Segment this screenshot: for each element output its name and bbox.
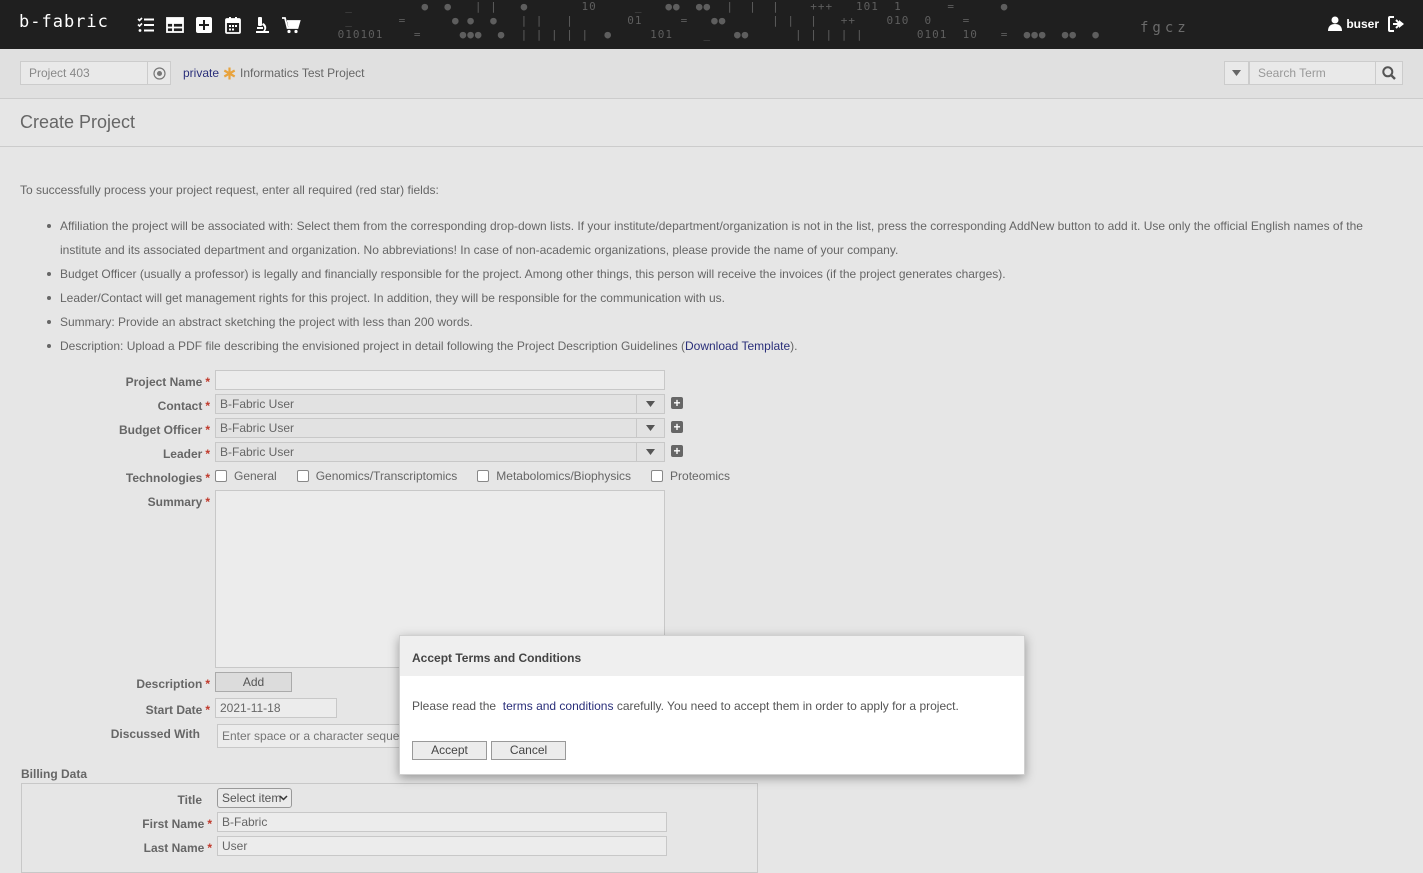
start-date-input[interactable] (215, 698, 337, 718)
current-project-info: private Informatics Test Project (183, 66, 365, 80)
contact-dropdown-button[interactable] (636, 395, 664, 413)
user-icon (1328, 16, 1343, 31)
fgcz-logo: fgcz (1140, 20, 1190, 36)
intro-text: To successfully process your project req… (20, 183, 439, 197)
project-select-input[interactable] (20, 61, 148, 85)
shopping-cart-icon[interactable] (281, 15, 301, 35)
search-button[interactable] (1375, 61, 1403, 85)
first-name-input[interactable] (217, 812, 667, 832)
top-navbar: _ ● ● | | ● 10 _ ●● ●● | | | +++ 101 1 =… (0, 0, 1423, 49)
billing-data-title: Billing Data (21, 767, 88, 781)
table-icon[interactable] (165, 15, 185, 35)
plus-square-icon[interactable] (194, 15, 214, 35)
caret-down-icon (1232, 70, 1241, 76)
terms-and-conditions-link[interactable]: terms and conditions (503, 699, 614, 713)
modal-body-text: Please read the terms and conditions car… (412, 699, 959, 713)
add-leader-button[interactable]: + (671, 445, 683, 457)
project-target-button[interactable] (147, 61, 171, 85)
title-label: Title (177, 793, 202, 807)
calendar-icon[interactable] (223, 15, 243, 35)
proteomics-checkbox[interactable] (651, 470, 664, 482)
contact-combobox[interactable]: B-Fabric User (215, 394, 665, 414)
start-date-label: Start Date * (145, 703, 210, 717)
microscope-icon[interactable] (252, 15, 272, 35)
modal-title: Accept Terms and Conditions (400, 636, 1024, 676)
leader-combobox[interactable]: B-Fabric User (215, 442, 665, 462)
caret-down-icon (646, 425, 655, 431)
last-name-input[interactable] (217, 836, 667, 856)
list-item-text: ). (790, 339, 798, 353)
caret-down-icon (646, 449, 655, 455)
description-label: Description * (136, 677, 210, 691)
project-name-input[interactable] (215, 370, 665, 390)
last-name-label: Last Name * (143, 841, 212, 855)
contact-value: B-Fabric User (220, 397, 295, 411)
summary-label: Summary * (147, 495, 210, 509)
list-check-icon[interactable] (136, 15, 156, 35)
logout-icon[interactable] (1387, 15, 1405, 33)
title-select[interactable]: Select item (217, 788, 292, 808)
binary-background-pattern: _ ● ● | | ● 10 _ ●● ●● | | | +++ 101 1 =… (337, 0, 1100, 41)
general-checkbox[interactable] (215, 470, 227, 482)
project-visibility-link[interactable]: private (183, 66, 219, 80)
list-item: Summary: Provide an abstract sketching t… (47, 310, 1380, 334)
search-icon (1382, 66, 1396, 80)
add-budget-officer-button[interactable]: + (671, 421, 683, 433)
list-item: Leader/Contact will get management right… (47, 286, 1380, 310)
leader-value: B-Fabric User (220, 445, 295, 459)
budget-officer-label: Budget Officer * (118, 423, 210, 437)
project-name-text: Informatics Test Project (240, 66, 365, 80)
contact-label: Contact * (157, 399, 210, 413)
leader-dropdown-button[interactable] (636, 443, 664, 461)
download-template-link[interactable]: Download Template (685, 339, 790, 353)
technologies-label: Technologies * (125, 471, 210, 485)
list-item: Description: Upload a PDF file describin… (47, 334, 1380, 358)
genomics-checkbox[interactable] (296, 470, 309, 482)
list-item: Affiliation the project will be associat… (47, 214, 1380, 262)
add-contact-button[interactable]: + (671, 397, 683, 409)
search-input[interactable] (1249, 61, 1376, 85)
discussed-with-label: Discussed With (110, 727, 200, 741)
budget-officer-combobox[interactable]: B-Fabric User (215, 418, 665, 438)
metabolomics-checkbox-label: Metabolomics/Biophysics (496, 469, 632, 483)
list-item: Budget Officer (usually a professor) is … (47, 262, 1380, 286)
accept-button[interactable]: Accept (412, 741, 487, 760)
genomics-checkbox-label: Genomics/Transcriptomics (315, 469, 458, 483)
caret-down-icon (646, 401, 655, 407)
modal-text: carefully. You need to accept them in or… (616, 699, 959, 713)
instructions-list: Affiliation the project will be associat… (47, 214, 1380, 358)
general-checkbox-label: General (234, 469, 277, 483)
proteomics-checkbox-label: Proteomics (670, 469, 731, 483)
leader-label: Leader * (162, 447, 210, 461)
username: buser (1346, 16, 1379, 31)
add-description-button[interactable]: Add (215, 672, 292, 692)
discussed-with-input[interactable] (217, 724, 417, 748)
terms-modal: Accept Terms and Conditions Please read … (399, 635, 1025, 775)
list-item-text: Description: Upload a PDF file describin… (60, 339, 685, 353)
project-bar: private Informatics Test Project (0, 49, 1423, 99)
title-divider (0, 146, 1423, 147)
target-icon (152, 66, 166, 80)
budget-officer-dropdown-button[interactable] (636, 419, 664, 437)
technologies-checkboxes: General Genomics/Transcriptomics Metabol… (215, 469, 750, 483)
chevron-down-icon (279, 795, 288, 801)
search-scope-dropdown[interactable] (1224, 61, 1249, 85)
title-select-value: Select item (222, 791, 282, 805)
first-name-label: First Name * (142, 817, 212, 831)
b-fabric-logo[interactable]: b-fabric (19, 12, 109, 32)
metabolomics-checkbox[interactable] (477, 470, 490, 482)
cancel-button[interactable]: Cancel (491, 741, 566, 760)
modal-text: Please read the (412, 699, 497, 713)
project-name-label: Project Name * (125, 375, 210, 389)
page-title: Create Project (20, 112, 136, 132)
user-menu[interactable]: buser (1328, 16, 1379, 31)
budget-officer-value: B-Fabric User (220, 421, 295, 435)
asterisk-icon (223, 67, 236, 79)
